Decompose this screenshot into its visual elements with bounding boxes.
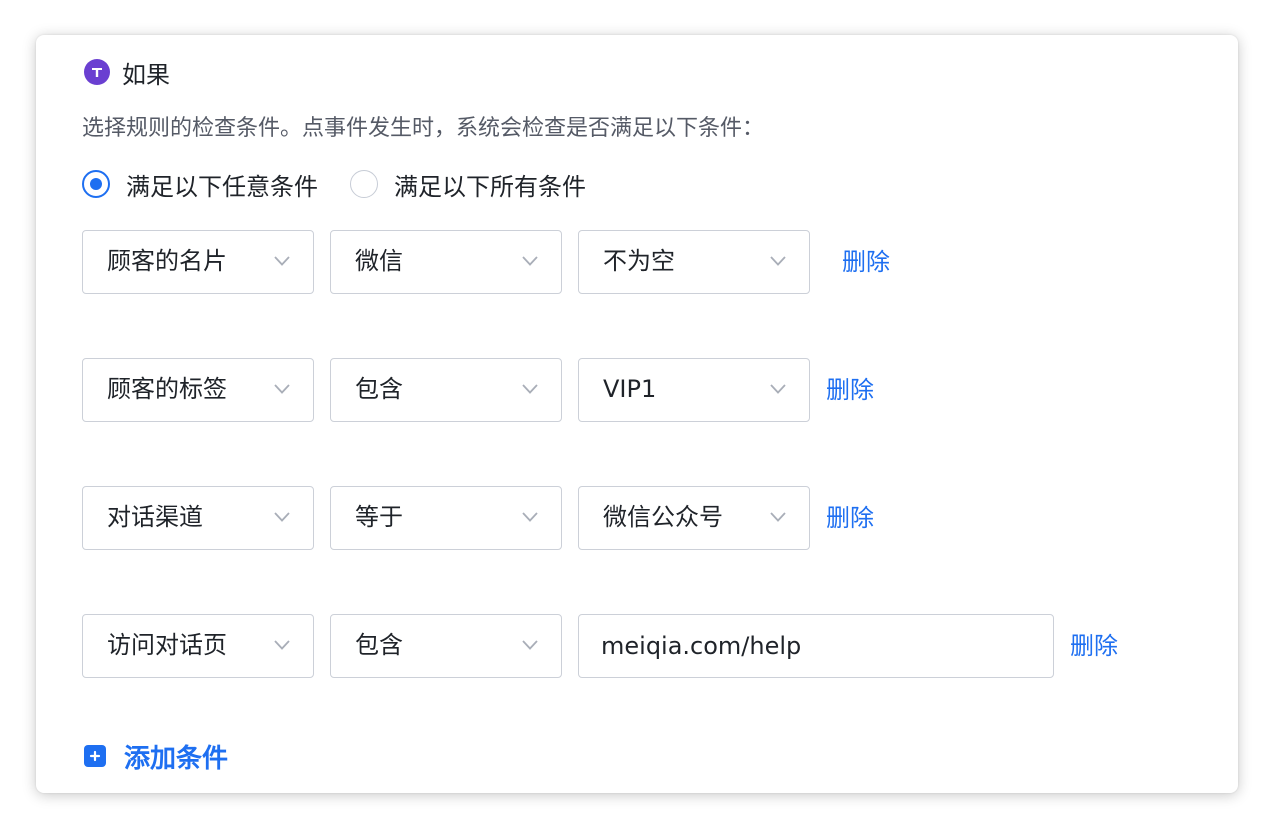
delete-condition-link[interactable]: 删除: [826, 370, 874, 405]
radio-unchecked-icon[interactable]: [350, 170, 378, 198]
delete-condition-link[interactable]: 删除: [1070, 626, 1118, 661]
section-header: 如果: [84, 56, 170, 89]
section-description: 选择规则的检查条件。点事件发生时，系统会检查是否满足以下条件：: [82, 116, 765, 141]
chevron-down-icon: [522, 640, 538, 650]
chevron-down-icon: [770, 512, 786, 522]
radio-match-all[interactable]: 满足以下所有条件: [350, 167, 586, 202]
select-value: 顾客的名片: [107, 247, 227, 275]
condition-value-select[interactable]: 微信公众号: [578, 486, 810, 550]
chevron-down-icon: [522, 512, 538, 522]
select-value: 不为空: [603, 247, 675, 275]
plus-square-icon: [84, 745, 106, 767]
t-circle-icon: [84, 59, 110, 85]
select-value: VIP1: [603, 375, 657, 403]
condition-field-select[interactable]: 顾客的标签: [82, 358, 314, 422]
select-value: 等于: [355, 503, 403, 531]
select-value: 顾客的标签: [107, 375, 227, 403]
chevron-down-icon: [770, 256, 786, 266]
chevron-down-icon: [274, 512, 290, 522]
radio-label-any: 满足以下任意条件: [126, 172, 318, 201]
select-value: 微信: [355, 247, 403, 275]
condition-operator-select[interactable]: 包含: [330, 614, 562, 678]
condition-operator-select[interactable]: 微信: [330, 230, 562, 294]
condition-field-select[interactable]: 顾客的名片: [82, 230, 314, 294]
add-condition-button[interactable]: 添加条件: [84, 738, 228, 774]
condition-value-input[interactable]: [578, 614, 1054, 678]
chevron-down-icon: [522, 256, 538, 266]
match-mode-radio-group: 满足以下任意条件 满足以下所有条件: [82, 164, 618, 204]
delete-condition-link[interactable]: 删除: [826, 498, 874, 533]
chevron-down-icon: [274, 640, 290, 650]
radio-label-all: 满足以下所有条件: [394, 172, 586, 201]
radio-dot: [90, 178, 102, 190]
select-value: 访问对话页: [107, 631, 227, 659]
chevron-down-icon: [274, 256, 290, 266]
condition-value-select[interactable]: 不为空: [578, 230, 810, 294]
select-value: 微信公众号: [603, 503, 723, 531]
condition-field-select[interactable]: 访问对话页: [82, 614, 314, 678]
select-value: 包含: [355, 631, 403, 659]
select-value: 包含: [355, 375, 403, 403]
condition-operator-select[interactable]: 包含: [330, 358, 562, 422]
chevron-down-icon: [522, 384, 538, 394]
delete-condition-link[interactable]: 删除: [842, 242, 890, 277]
condition-operator-select[interactable]: 等于: [330, 486, 562, 550]
add-condition-label: 添加条件: [124, 743, 229, 774]
select-value: 对话渠道: [107, 503, 203, 531]
radio-match-any[interactable]: 满足以下任意条件: [82, 167, 318, 202]
condition-field-select[interactable]: 对话渠道: [82, 486, 314, 550]
section-title: 如果: [122, 60, 170, 89]
chevron-down-icon: [274, 384, 290, 394]
condition-value-select[interactable]: VIP1: [578, 358, 810, 422]
chevron-down-icon: [770, 384, 786, 394]
radio-checked-icon[interactable]: [82, 170, 110, 198]
